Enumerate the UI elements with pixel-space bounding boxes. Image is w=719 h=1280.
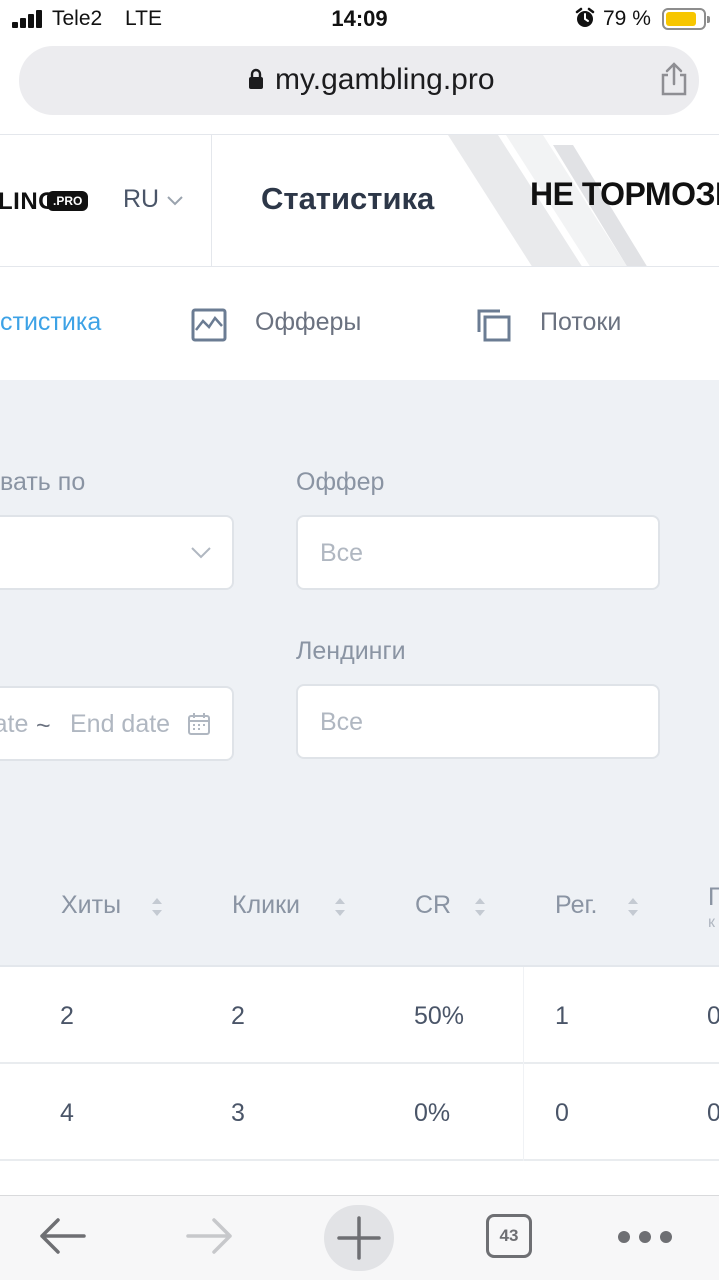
landings-placeholder: Все [320, 708, 364, 736]
group-by-select[interactable] [0, 515, 234, 590]
url-text: my.gambling.pro [275, 63, 495, 96]
cell-hits: 4 [60, 1099, 74, 1127]
new-tab-button[interactable] [324, 1205, 394, 1271]
column-header-cr[interactable]: CR [415, 891, 451, 920]
cell-hits: 2 [60, 1002, 74, 1030]
promo-banner[interactable]: НЕ ТОРМОЗИ [448, 135, 719, 266]
offer-label: Оффер [296, 468, 385, 496]
address-bar[interactable]: my.gambling.pro [19, 46, 699, 115]
stats-table: Хиты Клики CR Рег. П к 2 2 50% 1 0 4 3 0… [0, 837, 719, 1195]
tab-statistics[interactable]: стистика [0, 308, 101, 337]
column-separator [523, 967, 524, 1064]
offer-select[interactable]: Все [296, 515, 660, 590]
forward-arrow-icon[interactable] [184, 1216, 236, 1256]
chevron-down-icon[interactable] [166, 193, 184, 207]
header-divider [211, 135, 212, 266]
more-icon[interactable] [616, 1230, 674, 1244]
date-range-picker[interactable]: Start date ~ End date [0, 686, 234, 761]
tab-streams[interactable]: Потоки [540, 308, 621, 337]
chart-icon [191, 308, 227, 342]
column-header-truncated-sub: к [708, 914, 715, 931]
column-header-hits[interactable]: Хиты [61, 891, 121, 920]
table-row[interactable]: 4 3 0% 0 0 [0, 1064, 719, 1161]
sort-icon[interactable] [333, 894, 347, 920]
date-end-input[interactable]: End date [70, 710, 170, 739]
tabs-counter-button[interactable]: 43 [486, 1214, 532, 1258]
language-selector[interactable]: RU [123, 185, 159, 214]
cell-cr: 50% [414, 1002, 465, 1030]
battery-percent: 79 % [603, 7, 651, 30]
filters-panel: вать по Оффер Все Start date ~ End date … [0, 380, 719, 837]
cell-clicks: 3 [231, 1099, 245, 1127]
landings-select[interactable]: Все [296, 684, 660, 759]
nav-tabs: стистика Офферы Потоки [0, 268, 719, 380]
tab-offers[interactable]: Офферы [255, 308, 361, 337]
back-arrow-icon[interactable] [36, 1216, 88, 1256]
status-bar: Tele2 LTE 14:09 79 % [0, 0, 719, 40]
copy-icon [477, 309, 511, 342]
cell-cr: 0% [414, 1099, 451, 1127]
calendar-icon [188, 713, 210, 735]
promo-text: НЕ ТОРМОЗИ [530, 176, 719, 212]
page-title: Статистика [261, 181, 435, 216]
chevron-down-icon [191, 547, 211, 559]
column-separator [523, 1064, 524, 1161]
column-header-truncated[interactable]: П [708, 883, 719, 912]
browser-toolbar: 43 [0, 1195, 719, 1280]
plus-icon [337, 1216, 381, 1260]
landings-label: Лендинги [296, 637, 406, 665]
alarm-icon [575, 7, 595, 27]
cell-truncated: 0 [707, 1002, 719, 1030]
column-header-clicks[interactable]: Клики [232, 891, 300, 920]
share-icon[interactable] [659, 62, 689, 96]
cell-clicks: 2 [231, 1002, 245, 1030]
date-separator: ~ [36, 712, 51, 740]
cell-truncated: 0 [707, 1099, 719, 1127]
battery-icon [662, 8, 710, 30]
offer-placeholder: Все [320, 539, 364, 567]
table-header: Хиты Клики CR Рег. П к [0, 837, 719, 967]
cell-registrations: 0 [555, 1099, 569, 1127]
cell-registrations: 1 [555, 1002, 569, 1030]
group-by-label: вать по [0, 468, 86, 496]
lock-icon [249, 68, 263, 89]
logo-badge: .PRO [47, 191, 89, 211]
site-header: LING .PRO RU Статистика НЕ ТОРМОЗИ [0, 134, 719, 267]
column-header-registrations[interactable]: Рег. [555, 891, 598, 920]
table-row[interactable]: 2 2 50% 1 0 [0, 967, 719, 1064]
sort-icon[interactable] [626, 894, 640, 920]
date-start-input[interactable]: Start date [0, 710, 28, 739]
sort-icon[interactable] [150, 894, 164, 920]
sort-icon[interactable] [473, 894, 487, 920]
